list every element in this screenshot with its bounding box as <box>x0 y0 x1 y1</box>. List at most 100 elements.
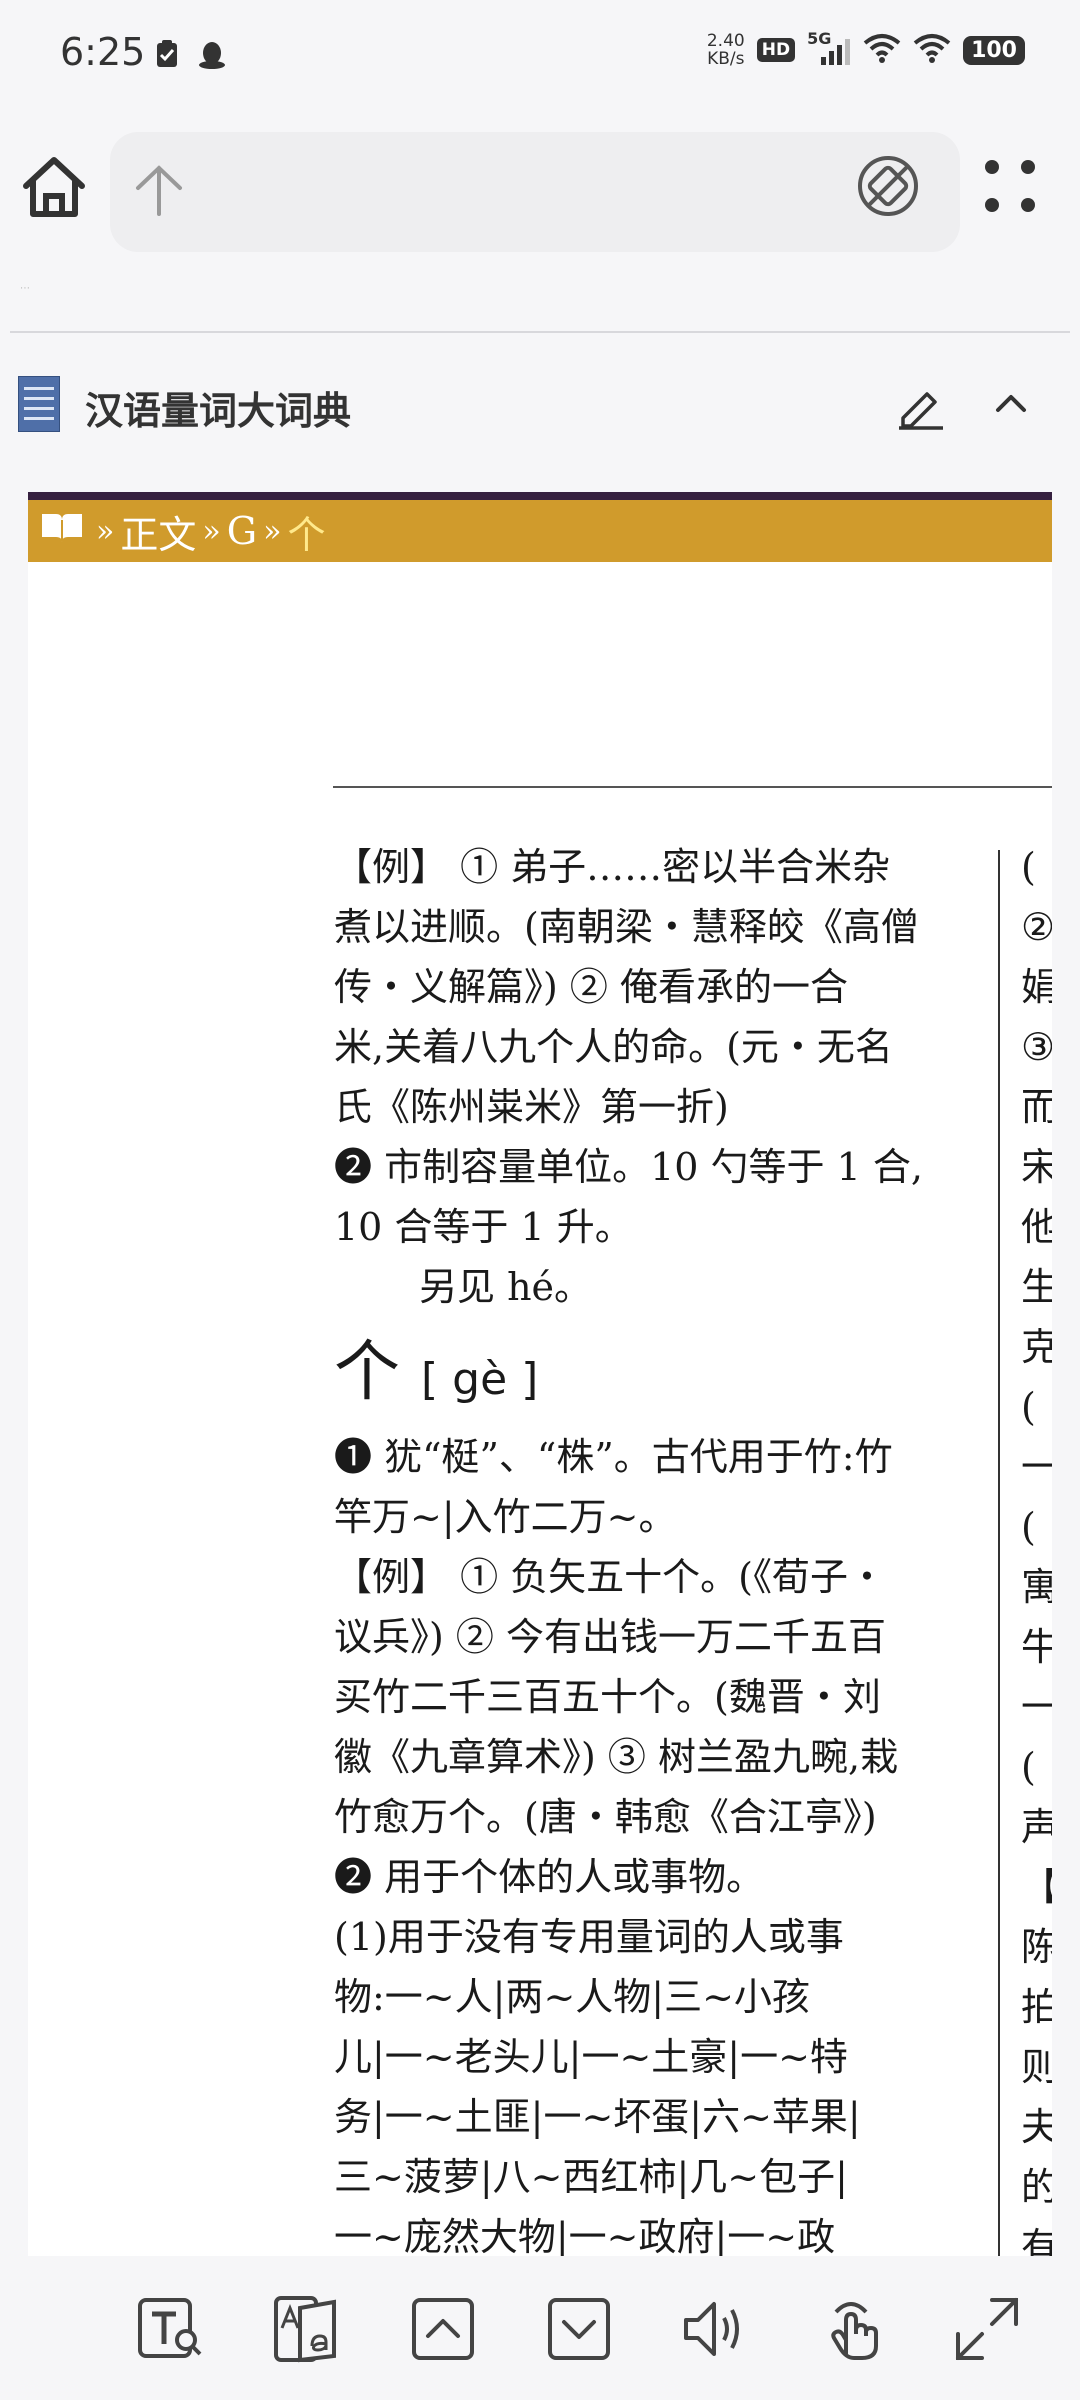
text-search-icon <box>138 2298 202 2358</box>
page-up-button[interactable] <box>408 2294 478 2364</box>
text-line: ( <box>1021 1385 1036 1429</box>
faint-mark: ⋯ <box>20 283 30 294</box>
speed-unit: KB/s <box>707 49 745 69</box>
page-top-stripe <box>28 492 1052 500</box>
text-line: 竹愈万个。(唐・韩愈《合江亭》) <box>334 1795 877 1839</box>
text-line: 声 <box>1021 1805 1052 1849</box>
breadcrumb: » 正文 » G » 个 <box>28 500 1052 562</box>
entry-text-column: 【例】 ① 弟子……密以半合米杂 煮以进顺。(南朝梁・慧释皎《高僧 传・义解篇》… <box>334 837 1004 2256</box>
translate-icon <box>858 156 918 216</box>
arrow-up-icon[interactable] <box>132 162 186 222</box>
text-line: 一 <box>1021 1445 1052 1489</box>
chevron-up-icon <box>996 395 1026 412</box>
touch-gesture-button[interactable] <box>816 2294 886 2364</box>
text-line: ❷ 市制容量单位。10 勺等于 1 合, <box>334 1145 923 1189</box>
text-line: 一~庞然大物|一~政府|一~政 <box>334 2215 836 2256</box>
text-line: 物:一~人|两~人物|三~小孩 <box>334 1975 810 2019</box>
see-also-note: 另见 hé。 <box>419 1265 593 1309</box>
four-dots-icon <box>985 160 999 174</box>
text-line: ( <box>1021 1505 1036 1549</box>
text-line: 而 <box>1021 1085 1052 1129</box>
address-bar[interactable] <box>110 132 960 252</box>
menu-button[interactable] <box>985 160 1043 218</box>
text-line: 三~菠萝|八~西红柿|几~包子| <box>334 2155 848 2199</box>
breadcrumb-current: 个 <box>287 512 326 557</box>
text-line: 陈 <box>1021 1925 1052 1969</box>
breadcrumb-item-letter[interactable]: G <box>227 509 257 553</box>
text-line: 传・义解篇》) ② 俺看承的一合 <box>334 965 848 1009</box>
book-icon[interactable] <box>40 509 84 553</box>
status-time: 6:25 <box>60 30 146 74</box>
text-line: 氏《陈州粜米》第一折) <box>334 1085 729 1129</box>
text-line: ❶ 犹“梃”、“株”。古代用于竹:竹 <box>334 1435 893 1479</box>
text-line: ③ <box>1021 1025 1052 1069</box>
text-search-button[interactable] <box>136 2294 206 2364</box>
hd-badge: HD <box>756 38 796 62</box>
text-line: 买竹二千三百五十个。(魏晋・刘 <box>334 1675 881 1719</box>
text-line: 生 <box>1021 1265 1052 1309</box>
read-aloud-icon <box>684 2302 739 2356</box>
headword-pinyin: [ gè ] <box>420 1354 539 1405</box>
edit-button[interactable] <box>895 380 945 434</box>
font-size-button[interactable] <box>272 2294 342 2364</box>
text-line: 夫 <box>1021 2105 1052 2149</box>
browser-toolbar <box>0 130 1080 255</box>
text-line: 则 <box>1021 2045 1052 2089</box>
dictionary-cover-icon <box>18 376 60 432</box>
breadcrumb-separator: » <box>202 513 221 549</box>
bottom-toolbar <box>0 2262 1080 2400</box>
headword-character: 个 <box>334 1333 400 1410</box>
wifi-icon-2 <box>913 33 951 67</box>
text-line: 米,关着八九个人的命。(元・无名 <box>334 1025 893 1069</box>
touch-gesture-icon <box>831 2302 878 2360</box>
text-line: 拍 <box>1021 1985 1052 2029</box>
entry-headword: 个 [ gè ] <box>334 1317 1004 1427</box>
collapse-button[interactable] <box>990 382 1032 428</box>
font-size-icon <box>274 2296 336 2363</box>
translate-button[interactable] <box>856 154 920 222</box>
text-line: ② <box>1021 905 1052 949</box>
cell-signal-icon: 5G <box>807 29 851 67</box>
fullscreen-button[interactable] <box>952 2294 1022 2364</box>
text-line: 牛 <box>1021 1625 1052 1669</box>
text-line: 竿万~|入竹二万~。 <box>334 1495 677 1539</box>
text-line: 的 <box>1021 2165 1052 2209</box>
text-line: 【 <box>1021 1857 1052 1917</box>
text-line: 煮以进顺。(南朝梁・慧释皎《高僧 <box>334 905 919 949</box>
home-icon <box>23 157 85 217</box>
speed-value: 2.40 <box>706 31 745 51</box>
pencil-icon <box>899 392 943 430</box>
divider <box>10 331 1070 333</box>
dictionary-header: 汉语量词大词典 <box>0 360 1080 450</box>
text-line: 有 <box>1021 2225 1052 2256</box>
text-line: ❷ 用于个体的人或事物。 <box>334 1855 765 1899</box>
fullscreen-icon <box>956 2298 1018 2360</box>
text-line: 议兵》) ② 今有出钱一万二千五百 <box>334 1615 886 1659</box>
text-line: 娟 <box>1021 965 1052 1009</box>
text-line: 克 <box>1021 1325 1052 1369</box>
text-line: 他 <box>1021 1205 1052 1249</box>
qq-penguin-icon <box>198 40 226 74</box>
text-line: ( <box>1021 1745 1036 1789</box>
dictionary-title: 汉语量词大词典 <box>85 389 352 433</box>
status-bar: 6:25 2.40 KB/s HD 5G 100 <box>0 0 1080 110</box>
clipboard-check-icon <box>156 40 178 72</box>
text-line: 宋 <box>1021 1145 1052 1189</box>
home-button[interactable] <box>18 152 90 224</box>
breadcrumb-item-main-text[interactable]: 正文 <box>120 504 196 559</box>
wifi-icon <box>863 33 901 67</box>
text-line: 寓 <box>1021 1565 1052 1609</box>
text-line: 儿|一~老头儿|一~土豪|一~特 <box>334 2035 848 2079</box>
text-line: ( <box>1021 845 1036 889</box>
page-down-button[interactable] <box>544 2294 614 2364</box>
text-line: 务|一~土匪|一~坏蛋|六~苹果| <box>334 2095 861 2139</box>
adjacent-column-text: ( ② 娟 ③ 而 宋 他 生 克 ( 一 ( 寓 牛 一 ( 声 【 陈 拍 … <box>1021 837 1052 2256</box>
breadcrumb-separator: » <box>263 513 282 549</box>
text-line: (1)用于没有专用量词的人或事 <box>334 1915 844 1959</box>
network-speed: 2.40 KB/s <box>707 32 745 68</box>
text-line: 【例】 ① 负矢五十个。(《荀子・ <box>334 1555 886 1599</box>
page-down-icon <box>548 2298 610 2360</box>
breadcrumb-separator: » <box>96 513 115 549</box>
text-line: 【例】 ① 弟子……密以半合米杂 <box>334 845 891 889</box>
read-aloud-button[interactable] <box>680 2294 750 2364</box>
